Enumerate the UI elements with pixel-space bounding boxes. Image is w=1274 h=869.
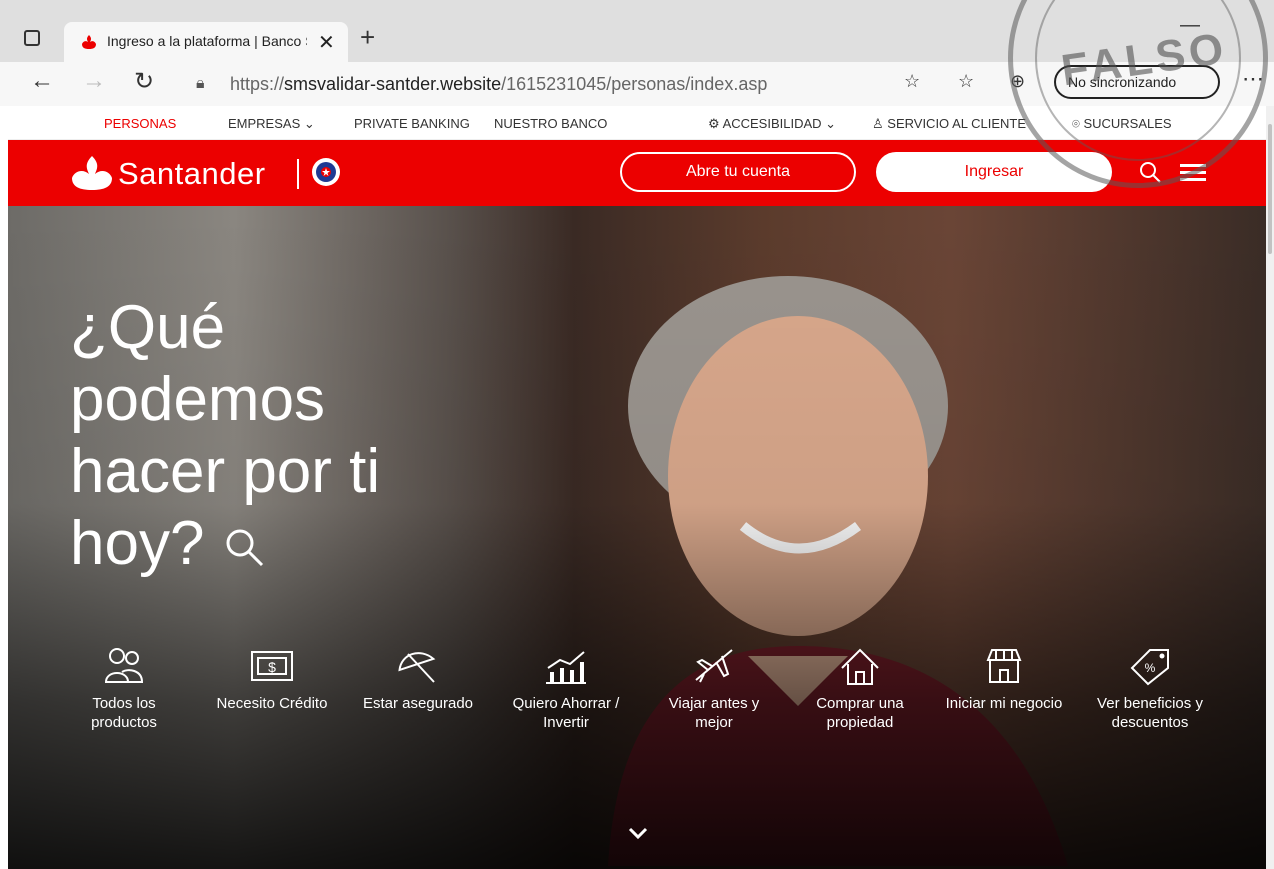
abre-tu-cuenta-button[interactable]: Abre tu cuenta <box>620 152 856 192</box>
product-todos[interactable]: Todos los productos <box>64 646 184 732</box>
product-label: Quiero Ahorrar / Invertir <box>512 695 620 731</box>
svg-text:$: $ <box>268 659 276 675</box>
url-host: smsvalidar-santder.website <box>284 74 502 94</box>
product-negocio[interactable]: Iniciar mi negocio <box>944 646 1064 713</box>
growth-chart-icon <box>546 651 586 684</box>
hero-title: ¿Qué podemos hacer por ti hoy? <box>70 292 490 580</box>
product-propiedad[interactable]: Comprar una propiedad <box>800 646 920 732</box>
accessibility-icon: ⚙︎ <box>708 116 720 131</box>
chevron-down-icon: ⌄ <box>303 116 315 131</box>
logo-divider <box>297 159 299 189</box>
product-label: Comprar una propiedad <box>816 695 904 731</box>
discount-tag-icon: % <box>1130 649 1169 686</box>
search-icon[interactable] <box>222 525 268 571</box>
user-icon: ♙ <box>872 116 884 131</box>
hero-banner: ¿Qué podemos hacer por ti hoy? Todos los… <box>8 206 1266 869</box>
airplane-icon <box>695 649 733 683</box>
product-viajar[interactable]: Viajar antes y mejor <box>654 646 774 732</box>
product-beneficios[interactable]: % Ver beneficios y descuentos <box>1090 646 1210 732</box>
chevron-down-icon: ⌄ <box>825 116 837 131</box>
product-credito[interactable]: $ Necesito Crédito <box>212 646 332 713</box>
product-asegurado[interactable]: Estar asegurado <box>358 646 478 713</box>
money-icon: $ <box>251 651 293 681</box>
favorites-icon[interactable]: ☆ <box>958 71 974 92</box>
tab-close-icon[interactable]: ✕ <box>318 30 335 55</box>
umbrella-icon <box>398 652 436 683</box>
product-label: Iniciar mi negocio <box>945 695 1063 712</box>
product-label: Viajar antes y mejor <box>668 695 760 731</box>
product-label: Estar asegurado <box>362 695 474 712</box>
scroll-down-chevron-icon[interactable] <box>628 826 648 840</box>
svg-text:%: % <box>1145 661 1156 675</box>
page: Ingreso a la plataforma | Banco S ✕ + — … <box>0 0 1274 869</box>
url-prefix: https:// <box>230 74 285 94</box>
address-bar[interactable]: 🔒︎ https://smsvalidar-santder.website/16… <box>180 66 944 102</box>
nav-servicio-cliente[interactable]: ♙ SERVICIO AL CLIENTE <box>872 116 1026 132</box>
tab-title: Ingreso a la plataforma | Banco S <box>107 33 307 49</box>
back-icon[interactable]: ← <box>30 67 54 95</box>
product-ahorrar[interactable]: Quiero Ahorrar / Invertir <box>506 646 626 732</box>
brand-name[interactable]: Santander <box>118 156 266 192</box>
nav-empresas-label: EMPRESAS <box>228 116 301 131</box>
nav-accesibilidad-label: ACCESIBILIDAD <box>722 116 822 131</box>
santander-flame-logo-icon[interactable] <box>70 154 114 192</box>
chile-seal-icon <box>312 158 340 186</box>
reload-icon[interactable]: ↻ <box>134 67 154 96</box>
product-label: Necesito Crédito <box>216 695 328 712</box>
new-tab-icon[interactable]: + <box>360 22 375 53</box>
product-label: Todos los productos <box>91 695 157 731</box>
tab-actions-icon[interactable] <box>24 30 40 46</box>
store-icon <box>986 649 1022 683</box>
lock-icon: 🔒︎ <box>196 75 205 92</box>
add-favorite-icon[interactable]: ☆ <box>904 71 920 92</box>
house-icon <box>841 648 879 685</box>
nav-accesibilidad[interactable]: ⚙︎ ACCESIBILIDAD ⌄ <box>708 116 836 132</box>
nav-nuestro-banco[interactable]: NUESTRO BANCO <box>494 116 607 131</box>
forward-icon[interactable]: → <box>82 67 106 95</box>
people-icon <box>104 648 144 683</box>
url-path: /1615231045/personas/index.asp <box>501 74 768 94</box>
browser-tab[interactable]: Ingreso a la plataforma | Banco S ✕ <box>64 22 348 62</box>
nav-servicio-label: SERVICIO AL CLIENTE <box>887 116 1026 131</box>
nav-personas[interactable]: PERSONAS <box>104 116 176 131</box>
url-text: https://smsvalidar-santder.website/16152… <box>230 74 767 95</box>
nav-empresas[interactable]: EMPRESAS ⌄ <box>228 116 315 132</box>
nav-private-banking[interactable]: PRIVATE BANKING <box>354 116 470 131</box>
scrollbar-thumb[interactable] <box>1268 124 1272 254</box>
product-label: Ver beneficios y descuentos <box>1097 695 1203 731</box>
santander-favicon-icon <box>82 35 96 49</box>
